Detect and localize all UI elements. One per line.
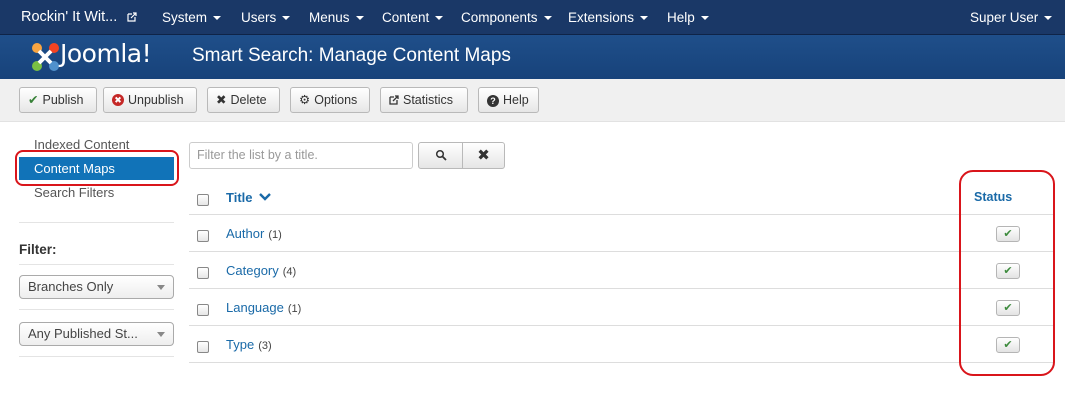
options-label: Options: [314, 93, 358, 107]
chevron-down-icon: [259, 193, 271, 201]
row-count: (4): [282, 266, 297, 278]
page-title: Smart Search: Manage Content Maps: [192, 45, 511, 66]
unpublish-button[interactable]: ✖ Unpublish: [103, 87, 197, 113]
menu-extensions-label: Extensions: [568, 10, 635, 25]
row-count: (3): [258, 340, 272, 352]
row-title-link[interactable]: Language: [226, 300, 284, 315]
external-icon: [389, 95, 399, 105]
table-divider: [189, 288, 1055, 289]
statistics-label: Statistics: [403, 93, 454, 107]
caret-icon: [355, 16, 364, 21]
table-row: Language (1): [226, 300, 301, 315]
delete-button[interactable]: ✖ Delete: [207, 87, 280, 113]
menu-components[interactable]: Components: [461, 0, 552, 35]
caret-icon: [282, 16, 291, 21]
caret-icon: [213, 16, 222, 21]
highlight-box-sidebar: [15, 150, 179, 186]
help-icon: ?: [487, 95, 499, 107]
menu-users-label: Users: [241, 10, 277, 25]
clear-icon: ✖: [477, 147, 490, 164]
menu-system[interactable]: System: [162, 0, 222, 35]
x-icon: ✖: [216, 93, 227, 107]
user-name: Super User: [970, 10, 1039, 25]
published-filter-select[interactable]: Any Published St...: [19, 322, 174, 346]
menu-content[interactable]: Content: [382, 0, 444, 35]
row-title-link[interactable]: Author: [226, 226, 264, 241]
menu-menus-label: Menus: [309, 10, 350, 25]
branches-filter-value: Branches Only: [28, 279, 114, 294]
table-divider: [189, 251, 1055, 252]
unpublish-label: Unpublish: [128, 93, 184, 107]
external-link-icon: [127, 12, 137, 22]
dropdown-arrow-icon: [157, 332, 165, 337]
filter-label: Filter:: [19, 242, 57, 257]
dropdown-arrow-icon: [157, 285, 165, 290]
row-title-link[interactable]: Category: [226, 263, 279, 278]
delete-label: Delete: [230, 93, 267, 107]
statistics-button[interactable]: Statistics: [380, 87, 468, 113]
table-row: Type (3): [226, 337, 272, 352]
row-count: (1): [287, 303, 302, 315]
select-all-checkbox[interactable]: [197, 194, 209, 206]
menu-menus[interactable]: Menus: [309, 0, 364, 35]
menu-extensions[interactable]: Extensions: [568, 0, 649, 35]
table-divider: [189, 325, 1055, 326]
published-filter-value: Any Published St...: [28, 326, 138, 341]
publish-label: Publish: [42, 93, 84, 107]
search-button[interactable]: [418, 142, 463, 169]
user-menu[interactable]: Super User: [970, 0, 1053, 35]
row-checkbox[interactable]: [197, 341, 209, 353]
sidebar-divider: [19, 222, 174, 223]
row-title-link[interactable]: Type: [226, 337, 254, 352]
sidebar-divider: [19, 356, 174, 357]
caret-icon: [1044, 16, 1053, 21]
title-column-header[interactable]: Title: [226, 190, 271, 205]
caret-icon: [435, 16, 444, 21]
caret-icon: [543, 16, 552, 21]
table-row: Category (4): [226, 263, 296, 278]
row-count: (1): [268, 229, 282, 241]
help-button[interactable]: ? Help: [478, 87, 539, 113]
table-row: Author (1): [226, 226, 282, 241]
row-checkbox[interactable]: [197, 230, 209, 242]
page-header: Joomla! Smart Search: Manage Content Map…: [0, 35, 1065, 79]
joomla-logo-text: Joomla!: [60, 39, 152, 68]
menu-system-label: System: [162, 10, 208, 25]
row-checkbox[interactable]: [197, 267, 209, 279]
row-checkbox[interactable]: [197, 304, 209, 316]
options-button[interactable]: ⚙ Options: [290, 87, 370, 113]
menu-content-label: Content: [382, 10, 430, 25]
site-name-link[interactable]: Rockin' It Wit...: [21, 0, 137, 35]
table-divider: [189, 214, 1055, 215]
gear-icon: ⚙: [299, 93, 311, 107]
sidebar-item-search-filters[interactable]: Search Filters: [34, 185, 114, 200]
toolbar: ✔ Publish ✖ Unpublish ✖ Delete ⚙ Options Sta…: [0, 79, 1065, 122]
highlight-box-status: [959, 170, 1055, 376]
help-label: Help: [503, 93, 529, 107]
clear-search-button[interactable]: ✖: [462, 142, 505, 169]
check-icon: ✔: [28, 93, 39, 107]
menu-users[interactable]: Users: [241, 0, 291, 35]
top-navbar: Rockin' It Wit... System Users Menus Con…: [0, 0, 1065, 35]
publish-button[interactable]: ✔ Publish: [19, 87, 97, 113]
branches-filter-select[interactable]: Branches Only: [19, 275, 174, 299]
unpublish-icon: ✖: [112, 94, 124, 106]
site-name: Rockin' It Wit...: [21, 9, 118, 25]
sidebar-divider: [19, 264, 174, 265]
menu-components-label: Components: [461, 10, 538, 25]
menu-help[interactable]: Help: [667, 0, 709, 35]
joomla-logo-icon: [32, 43, 59, 71]
search-input[interactable]: Filter the list by a title.: [189, 142, 413, 169]
menu-help-label: Help: [667, 10, 695, 25]
caret-icon: [700, 16, 709, 21]
sidebar-divider: [19, 309, 174, 310]
title-header-label: Title: [226, 190, 253, 205]
search-icon: [435, 149, 447, 161]
caret-icon: [640, 16, 649, 21]
table-divider: [189, 362, 1055, 363]
